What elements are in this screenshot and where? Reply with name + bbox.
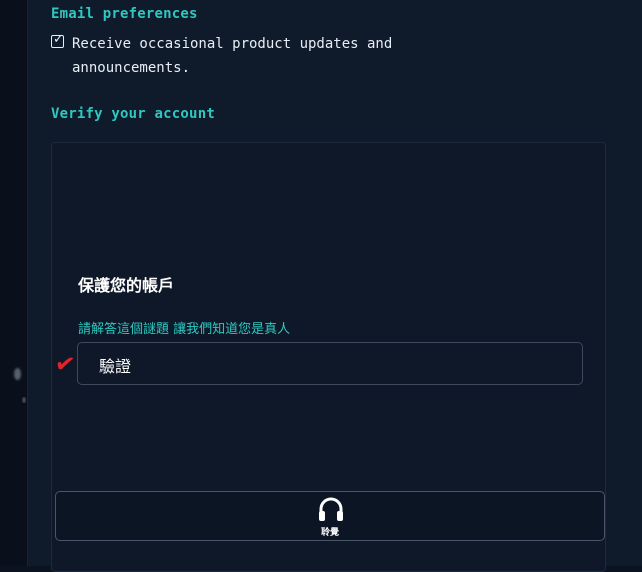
captcha-title: 保護您的帳戶 [78,276,175,295]
audio-button-label: 聆覺 [320,528,339,538]
headphones-icon [319,497,343,521]
left-sidebar-edge [0,0,27,566]
blur-dot [14,368,21,380]
verify-button[interactable]: 驗證 [77,342,583,385]
verify-button-label: 驗證 [99,357,132,376]
product-updates-checkbox-row[interactable]: ✓ Receive occasional product updates and… [51,32,431,80]
checkmark-icon: ✓ [53,32,64,47]
audio-challenge-button[interactable]: 聆覺 [55,491,605,541]
red-checkmark-icon: ✔ [53,348,77,380]
blur-dot [22,397,26,403]
product-updates-checkbox[interactable]: ✓ [51,32,64,48]
product-updates-label[interactable]: Receive occasional product updates and a… [72,32,392,80]
verify-account-heading: Verify your account [51,106,215,122]
checkbox-label-line1: Receive occasional product updates and [72,36,393,52]
captcha-hint: 請解答這個謎題 讓我們知道您是真人 [78,322,291,337]
checkbox-label-line2: announcements. [72,60,191,76]
email-preferences-heading: Email preferences [51,6,198,22]
